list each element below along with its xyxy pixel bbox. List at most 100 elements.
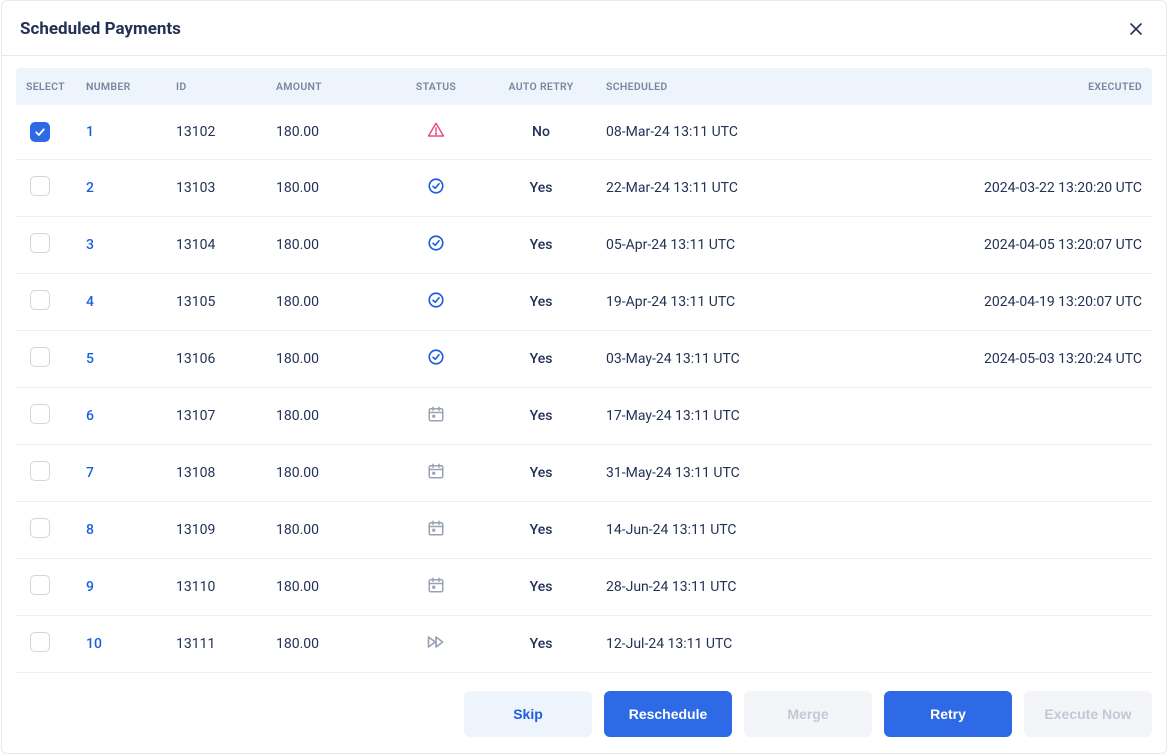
payment-amount: 180.00	[266, 331, 386, 388]
payment-id: 13107	[166, 388, 266, 445]
check-circle-icon	[427, 348, 445, 366]
col-select: SELECT	[16, 68, 76, 105]
auto-retry-value: Yes	[486, 559, 596, 616]
alert-triangle-icon	[427, 121, 445, 139]
payment-number-link[interactable]: 9	[86, 579, 94, 595]
payment-amount: 180.00	[266, 105, 386, 160]
auto-retry-value: Yes	[486, 502, 596, 559]
row-select-checkbox[interactable]	[30, 122, 50, 142]
row-select-checkbox[interactable]	[30, 575, 50, 595]
payment-id: 13106	[166, 331, 266, 388]
scheduled-value: 14-Jun-24 13:11 UTC	[596, 502, 922, 559]
payment-id: 13104	[166, 217, 266, 274]
executed-value	[922, 502, 1152, 559]
col-executed: EXECUTED	[922, 68, 1152, 105]
payment-id: 13105	[166, 274, 266, 331]
payment-amount: 180.00	[266, 274, 386, 331]
payment-id: 13109	[166, 502, 266, 559]
row-select-checkbox[interactable]	[30, 518, 50, 538]
payment-number-link[interactable]: 1	[86, 124, 94, 140]
col-id: ID	[166, 68, 266, 105]
executed-value: 2024-05-03 13:20:24 UTC	[922, 331, 1152, 388]
scheduled-value: 17-May-24 13:11 UTC	[596, 388, 922, 445]
row-select-checkbox[interactable]	[30, 176, 50, 196]
calendar-icon	[427, 405, 445, 423]
payment-number-link[interactable]: 3	[86, 237, 94, 253]
payment-number-link[interactable]: 2	[86, 180, 94, 196]
table-row: 713108180.00 Yes31-May-24 13:11 UTC	[16, 445, 1152, 502]
row-select-checkbox[interactable]	[30, 404, 50, 424]
table-row: 4 13105180.00 Yes19-Apr-24 13:11 UTC2024-…	[16, 274, 1152, 331]
payment-number-link[interactable]: 5	[86, 351, 94, 367]
executed-value: 2024-04-19 13:20:07 UTC	[922, 274, 1152, 331]
payment-id: 13103	[166, 160, 266, 217]
scheduled-value: 22-Mar-24 13:11 UTC	[596, 160, 922, 217]
table-row: 6 13107180.00 Yes17-May-24 13:11 UTC	[16, 388, 1152, 445]
payment-amount: 180.00	[266, 445, 386, 502]
table-row: 813109180.00 Yes14-Jun-24 13:11 UTC	[16, 502, 1152, 559]
auto-retry-value: Yes	[486, 217, 596, 274]
calendar-icon	[427, 519, 445, 537]
payment-amount: 180.00	[266, 388, 386, 445]
scheduled-value: 19-Apr-24 13:11 UTC	[596, 274, 922, 331]
table-row: 3 13104180.00 Yes05-Apr-24 13:11 UTC2024-…	[16, 217, 1152, 274]
executed-value	[922, 388, 1152, 445]
fast-forward-icon	[426, 633, 446, 651]
row-select-checkbox[interactable]	[30, 290, 50, 310]
retry-button[interactable]: Retry	[884, 691, 1012, 737]
payment-id: 13111	[166, 616, 266, 673]
payment-number-link[interactable]: 10	[86, 636, 102, 652]
row-select-checkbox[interactable]	[30, 461, 50, 481]
scheduled-value: 12-Jul-24 13:11 UTC	[596, 616, 922, 673]
table-row: 913110180.00 Yes28-Jun-24 13:11 UTC	[16, 559, 1152, 616]
execute-now-button: Execute Now	[1024, 691, 1152, 737]
executed-value: 2024-03-22 13:20:20 UTC	[922, 160, 1152, 217]
scheduled-value: 31-May-24 13:11 UTC	[596, 445, 922, 502]
payment-id: 13102	[166, 105, 266, 160]
executed-value: 2024-04-05 13:20:07 UTC	[922, 217, 1152, 274]
payment-amount: 180.00	[266, 217, 386, 274]
table-row: 2 13103180.00 Yes22-Mar-24 13:11 UTC2024-…	[16, 160, 1152, 217]
payment-id: 13110	[166, 559, 266, 616]
modal-title: Scheduled Payments	[20, 19, 181, 39]
auto-retry-value: Yes	[486, 160, 596, 217]
table-header-row: SELECT NUMBER ID AMOUNT STATUS AUTO RETR…	[16, 68, 1152, 105]
reschedule-button[interactable]: Reschedule	[604, 691, 732, 737]
col-status: STATUS	[386, 68, 486, 105]
executed-value	[922, 105, 1152, 160]
auto-retry-value: Yes	[486, 388, 596, 445]
close-icon	[1128, 25, 1144, 40]
row-select-checkbox[interactable]	[30, 347, 50, 367]
executed-value	[922, 445, 1152, 502]
payment-amount: 180.00	[266, 160, 386, 217]
check-circle-icon	[427, 291, 445, 309]
auto-retry-value: Yes	[486, 445, 596, 502]
table-row: 5 13106180.00 Yes03-May-24 13:11 UTC2024-…	[16, 331, 1152, 388]
payment-number-link[interactable]: 8	[86, 522, 94, 538]
modal-footer: Skip Reschedule Merge Retry Execute Now	[2, 677, 1166, 753]
auto-retry-value: Yes	[486, 274, 596, 331]
payment-amount: 180.00	[266, 616, 386, 673]
payment-number-link[interactable]: 4	[86, 294, 94, 310]
executed-value	[922, 616, 1152, 673]
payment-number-link[interactable]: 7	[86, 465, 94, 481]
modal-header: Scheduled Payments	[2, 1, 1166, 56]
scheduled-value: 03-May-24 13:11 UTC	[596, 331, 922, 388]
auto-retry-value: No	[486, 105, 596, 160]
col-number: NUMBER	[76, 68, 166, 105]
close-button[interactable]	[1124, 17, 1148, 41]
auto-retry-value: Yes	[486, 331, 596, 388]
row-select-checkbox[interactable]	[30, 233, 50, 253]
col-auto-retry: AUTO RETRY	[486, 68, 596, 105]
row-select-checkbox[interactable]	[30, 632, 50, 652]
col-amount: AMOUNT	[266, 68, 386, 105]
payment-number-link[interactable]: 6	[86, 408, 94, 424]
calendar-icon	[427, 462, 445, 480]
check-circle-icon	[427, 234, 445, 252]
skip-button[interactable]: Skip	[464, 691, 592, 737]
scheduled-value: 05-Apr-24 13:11 UTC	[596, 217, 922, 274]
executed-value	[922, 559, 1152, 616]
merge-button: Merge	[744, 691, 872, 737]
scheduled-payments-modal: Scheduled Payments SELECT NUMBER ID AMOU…	[1, 0, 1167, 754]
calendar-icon	[427, 576, 445, 594]
